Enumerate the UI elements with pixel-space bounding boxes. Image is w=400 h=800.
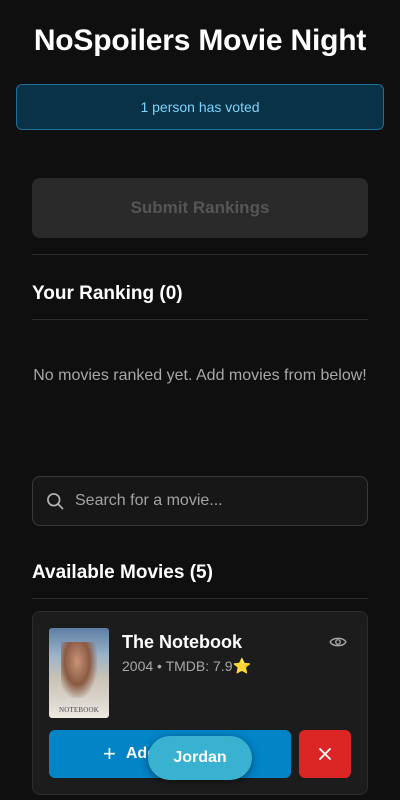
divider <box>32 254 368 255</box>
divider <box>32 598 368 599</box>
ranking-empty-message: No movies ranked yet. Add movies from be… <box>33 367 367 384</box>
plus-icon: + <box>103 741 116 766</box>
search-field[interactable] <box>32 476 368 526</box>
movie-meta: 2004 • TMDB: 7.9⭐ <box>122 657 251 675</box>
eye-icon[interactable] <box>329 634 347 650</box>
page-title: NoSpoilers Movie Night <box>33 24 367 57</box>
remove-movie-button[interactable] <box>299 730 351 778</box>
movie-title: The Notebook <box>122 632 242 652</box>
movie-year-rating: 2004 • TMDB: 7.9 <box>122 658 233 674</box>
star-icon: ⭐ <box>232 658 252 675</box>
current-user-pill[interactable]: Jordan <box>148 736 252 780</box>
vote-status-banner: 1 person has voted <box>16 84 384 130</box>
close-icon <box>319 748 331 760</box>
your-ranking-heading: Your Ranking (0) <box>32 283 183 304</box>
movie-poster: NOTEBOOK <box>49 628 109 718</box>
available-movies-heading: Available Movies (5) <box>32 562 213 583</box>
divider <box>32 319 368 320</box>
search-input[interactable] <box>75 492 355 510</box>
poster-title-text: NOTEBOOK <box>58 706 100 714</box>
search-icon <box>47 493 64 510</box>
submit-rankings-button[interactable]: Submit Rankings <box>32 178 368 238</box>
